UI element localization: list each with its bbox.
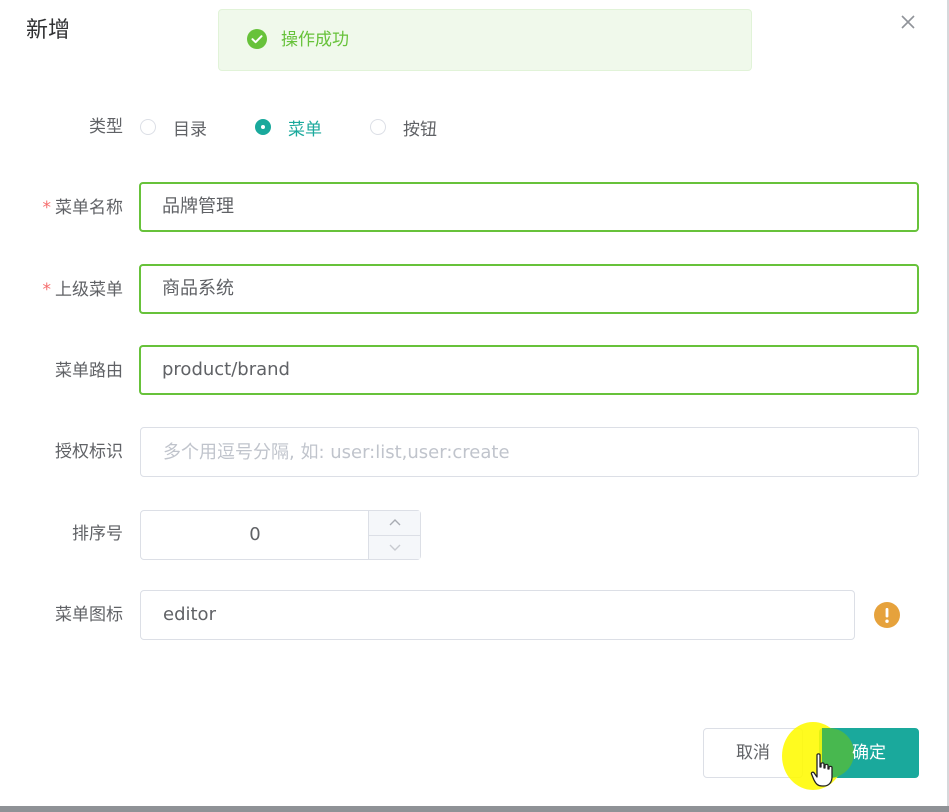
chevron-down-icon: [389, 544, 400, 551]
success-toast: 操作成功: [218, 9, 752, 71]
parent-menu-input[interactable]: 商品系统: [139, 264, 919, 314]
radio-menu[interactable]: 菜单: [255, 115, 322, 140]
radio-button[interactable]: 按钮: [370, 115, 437, 140]
menu-name-label-text: 菜单名称: [55, 198, 123, 218]
route-input[interactable]: product/brand: [139, 345, 919, 395]
parent-menu-label: * 上级菜单: [0, 278, 124, 302]
warning-icon[interactable]: [874, 602, 900, 628]
radio-circle: [140, 119, 156, 135]
radio-label-menu: 菜单: [288, 119, 322, 140]
radio-directory[interactable]: 目录: [140, 115, 207, 140]
close-icon[interactable]: [897, 11, 919, 33]
route-label: 菜单路由: [55, 361, 123, 381]
order-label: 排序号: [72, 524, 123, 544]
chevron-up-icon: [389, 519, 400, 526]
stepper-arrows: [368, 511, 420, 559]
dialog-title: 新增: [26, 18, 71, 43]
type-label: 类型: [89, 117, 123, 137]
menu-name-input[interactable]: 品牌管理: [139, 182, 919, 232]
radio-circle: [370, 119, 386, 135]
permission-input[interactable]: [140, 427, 919, 477]
decrease-button[interactable]: [369, 535, 420, 559]
required-mark: *: [42, 198, 52, 218]
menu-name-label: * 菜单名称: [0, 196, 124, 220]
order-stepper[interactable]: 0: [140, 510, 421, 560]
confirm-label: 确定: [852, 743, 886, 763]
radio-circle-checked: [255, 119, 271, 135]
window-edge-bottom: [0, 806, 949, 812]
required-mark: *: [42, 280, 52, 300]
permission-label: 授权标识: [55, 442, 123, 462]
radio-label-directory: 目录: [173, 119, 207, 140]
icon-label: 菜单图标: [55, 605, 123, 625]
parent-menu-label-text: 上级菜单: [55, 280, 123, 300]
add-menu-dialog: 新增 操作成功 类型 目录 菜单 按钮 * 菜单名称 品牌管理 * 上级菜单 商品系…: [0, 0, 949, 812]
check-circle-icon: [247, 29, 267, 49]
order-value[interactable]: 0: [141, 511, 369, 559]
toast-message: 操作成功: [281, 30, 349, 50]
radio-label-button: 按钮: [403, 119, 437, 140]
increase-button[interactable]: [369, 511, 420, 536]
icon-input[interactable]: editor: [140, 590, 855, 640]
hand-cursor-icon: [810, 752, 834, 788]
